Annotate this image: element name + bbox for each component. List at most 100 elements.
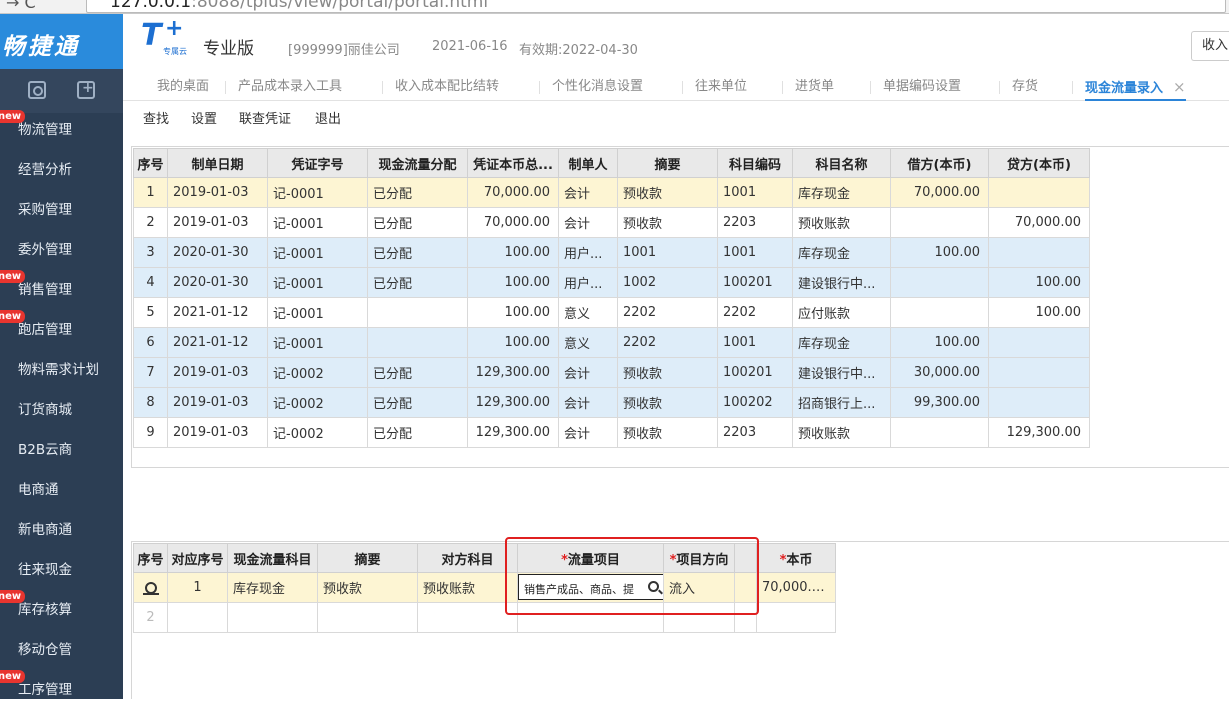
table-row[interactable]: 1 库存现金 预收款 预收账款 销售产成品、商品、提 流入 70,000.00 bbox=[133, 572, 836, 603]
flow-item-lookup-input[interactable]: 销售产成品、商品、提 bbox=[518, 574, 663, 600]
tab[interactable]: 进货单 bbox=[795, 73, 834, 101]
voucher-grid-panel: 序号 制单日期 凭证字号 现金流量分配 凭证本币总... 制单人 摘要 科目编码 科目名称 借方(… bbox=[131, 146, 1229, 468]
sidebar-tools bbox=[0, 69, 123, 113]
column-header[interactable]: 对应序号 bbox=[167, 543, 228, 573]
search-icon[interactable] bbox=[648, 581, 659, 592]
sidebar-item[interactable]: new 物流管理 bbox=[0, 110, 123, 153]
header: T + 专属云 专业版 [999999]丽佳公司 2021-06-16 有效期:2… bbox=[123, 14, 1229, 69]
sidebar-item[interactable]: new 库存核算 bbox=[0, 590, 123, 633]
column-header[interactable]: 现金流量分配 bbox=[367, 148, 468, 178]
column-header[interactable]: 序号 bbox=[133, 148, 168, 178]
sidebar-item[interactable]: new 销售管理 bbox=[0, 270, 123, 313]
sidebar-item[interactable]: 经营分析 bbox=[0, 153, 123, 193]
sidebar-item[interactable]: 物料需求计划 bbox=[0, 353, 123, 393]
flow-item-cell[interactable]: 销售产成品、商品、提 bbox=[517, 572, 664, 603]
tab[interactable]: 收入成本配比结转 bbox=[395, 73, 499, 101]
table-row[interactable]: 2 2019-01-03 记-0001 已分配 70,000.00 会计 预收款 2203 预收… bbox=[133, 207, 1090, 238]
sidebar-item[interactable]: 委外管理 bbox=[0, 233, 123, 273]
tab-label: 收入成本配比结转 bbox=[395, 79, 500, 94]
table-cell bbox=[988, 387, 1090, 418]
flow-item-cell[interactable] bbox=[517, 602, 664, 633]
column-header[interactable]: 现金流量科目 bbox=[227, 543, 318, 573]
tab-divider bbox=[682, 81, 683, 94]
table-row[interactable]: 8 2019-01-03 记-0002 已分配 129,300.00 会计 预收款 10020… bbox=[133, 387, 1090, 418]
table-cell: 库存现金 bbox=[227, 572, 318, 603]
table-cell: 70,000.00 bbox=[890, 177, 989, 208]
income-button[interactable]: 收入 bbox=[1191, 31, 1229, 61]
column-header[interactable]: *本币 bbox=[756, 543, 836, 573]
tab[interactable]: 现金流量录入 × bbox=[1085, 73, 1186, 101]
table-cell: 记-0001 bbox=[267, 297, 368, 328]
sidebar-item-label: 订货商城 bbox=[18, 402, 72, 418]
table-cell: 2202 bbox=[717, 297, 793, 328]
table-cell[interactable]: 流入 bbox=[663, 572, 735, 603]
column-header[interactable]: *项目方向 bbox=[663, 543, 735, 573]
sidebar-item[interactable]: new 工序管理 bbox=[0, 670, 123, 713]
table-row[interactable]: 7 2019-01-03 记-0002 已分配 129,300.00 会计 预收款 10020… bbox=[133, 357, 1090, 388]
column-header[interactable]: 凭证字号 bbox=[267, 148, 368, 178]
product-logo: T + 专属云 bbox=[141, 16, 187, 56]
find-button[interactable]: 查找 bbox=[143, 108, 169, 127]
tab[interactable]: 往来单位 bbox=[695, 73, 747, 101]
table-row[interactable]: 3 2020-01-30 记-0001 已分配 100.00 用户... 1001 1001 库… bbox=[133, 237, 1090, 268]
column-header-label: 本币 bbox=[786, 552, 813, 568]
tab[interactable]: 我的桌面 bbox=[157, 73, 209, 101]
column-header[interactable]: 序号 bbox=[133, 543, 168, 573]
sidebar-item[interactable]: 电商通 bbox=[0, 473, 123, 513]
sidebar-item[interactable]: 采购管理 bbox=[0, 193, 123, 233]
search-icon[interactable] bbox=[28, 81, 46, 99]
row-settings-icon[interactable] bbox=[142, 581, 159, 595]
table-cell bbox=[988, 327, 1090, 358]
column-header[interactable] bbox=[734, 543, 757, 573]
new-badge: new bbox=[0, 310, 26, 323]
table-cell: 用户... bbox=[558, 237, 618, 268]
column-header[interactable]: 对方科目 bbox=[417, 543, 518, 573]
table-cell: 100202 bbox=[717, 387, 793, 418]
column-header-label: 序号 bbox=[137, 552, 164, 568]
column-header[interactable]: 制单日期 bbox=[167, 148, 268, 178]
sidebar-item-label: 物流管理 bbox=[18, 122, 72, 138]
table-cell: 1 bbox=[167, 572, 228, 603]
column-header-label: 项目方向 bbox=[676, 552, 729, 568]
sidebar-item[interactable]: 订货商城 bbox=[0, 393, 123, 433]
main-area: 序号 制单日期 凭证字号 现金流量分配 凭证本币总... 制单人 摘要 科目编码 科目名称 借方(… bbox=[131, 131, 1229, 699]
link-voucher-button[interactable]: 联查凭证 bbox=[239, 108, 291, 127]
table-row[interactable]: 5 2021-01-12 记-0001 100.00 意义 2202 2202 应付账款 100… bbox=[133, 297, 1090, 328]
sidebar-item[interactable]: 移动仓管 bbox=[0, 633, 123, 673]
table-cell[interactable] bbox=[663, 602, 735, 633]
column-header[interactable]: 借方(本币) bbox=[890, 148, 989, 178]
tab[interactable]: 单据编码设置 bbox=[883, 73, 961, 101]
sidebar-item[interactable]: new 跑店管理 bbox=[0, 310, 123, 353]
column-header-label: 对方科目 bbox=[441, 552, 494, 568]
sidebar-item[interactable]: 新电商通 bbox=[0, 513, 123, 553]
table-row[interactable]: 4 2020-01-30 记-0001 已分配 100.00 用户... 1002 10020… bbox=[133, 267, 1090, 298]
browser-nav-icons[interactable]: → C bbox=[6, 0, 36, 12]
table-row[interactable]: 9 2019-01-03 记-0002 已分配 129,300.00 会计 预收款 2203 预… bbox=[133, 417, 1090, 448]
table-row[interactable]: 6 2021-01-12 记-0001 100.00 意义 2202 1001 库存现金 100… bbox=[133, 327, 1090, 358]
table-cell: 记-0001 bbox=[267, 267, 368, 298]
column-header[interactable]: *流量项目 bbox=[517, 543, 664, 573]
add-icon[interactable] bbox=[77, 80, 95, 99]
tab[interactable]: 个性化消息设置 bbox=[552, 73, 643, 101]
tab[interactable]: 产品成本录入工具 bbox=[238, 73, 342, 101]
column-header[interactable]: 制单人 bbox=[558, 148, 618, 178]
sidebar-item-label: 电商通 bbox=[18, 482, 59, 498]
column-header[interactable]: 科目编码 bbox=[717, 148, 793, 178]
settings-button[interactable]: 设置 bbox=[191, 108, 217, 127]
table-row[interactable]: 1 2019-01-03 记-0001 已分配 70,000.00 会计 预收款 1001 库存… bbox=[133, 177, 1090, 208]
tab[interactable]: 存货 bbox=[1012, 73, 1038, 101]
table-cell: 100.00 bbox=[467, 297, 559, 328]
table-cell: 9 bbox=[133, 417, 168, 448]
table-cell: 1 bbox=[133, 177, 168, 208]
table-cell: 记-0002 bbox=[267, 417, 368, 448]
column-header[interactable]: 科目名称 bbox=[792, 148, 891, 178]
sidebar-item[interactable]: B2B云商 bbox=[0, 433, 123, 473]
table-row[interactable]: 2 bbox=[133, 602, 836, 633]
column-header[interactable]: 摘要 bbox=[617, 148, 718, 178]
column-header[interactable]: 凭证本币总... bbox=[467, 148, 559, 178]
close-icon[interactable]: × bbox=[1173, 78, 1186, 96]
exit-button[interactable]: 退出 bbox=[315, 108, 341, 127]
sidebar-item[interactable]: 往来现金 bbox=[0, 553, 123, 593]
column-header[interactable]: 贷方(本币) bbox=[988, 148, 1090, 178]
column-header[interactable]: 摘要 bbox=[317, 543, 418, 573]
